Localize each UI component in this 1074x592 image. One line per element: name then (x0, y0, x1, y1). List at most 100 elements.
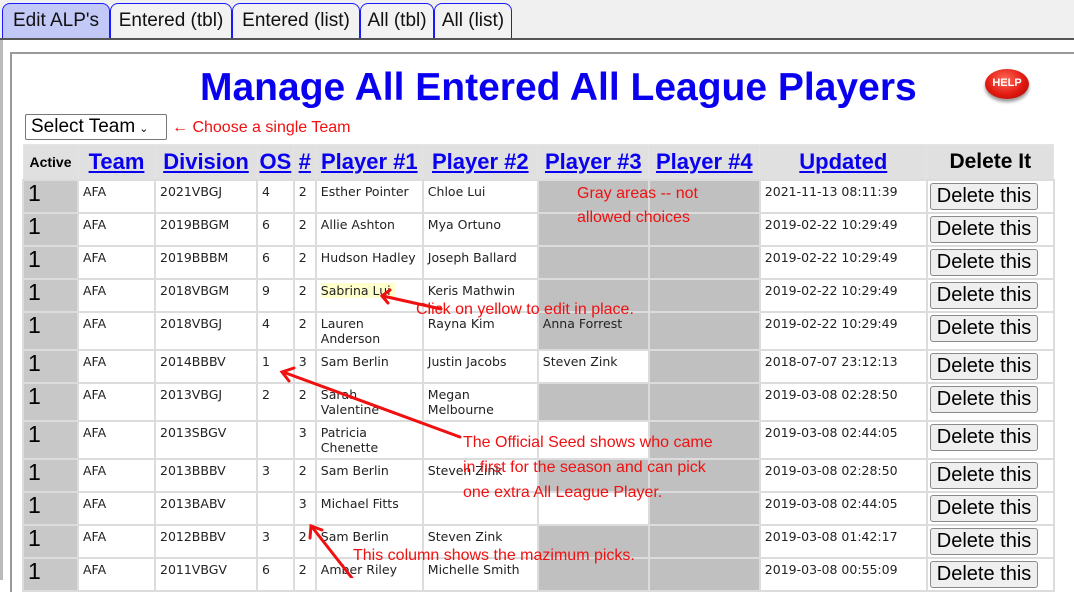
p2-cell[interactable]: Justin Jacobs (421, 349, 539, 384)
p1-cell[interactable]: Lauren Anderson (314, 311, 424, 351)
division-cell: 2018VBGJ (154, 311, 258, 351)
delete-cell: Delete this (925, 212, 1055, 247)
num-cell: 2 (292, 557, 317, 592)
tab-all-tbl[interactable]: All (tbl) (360, 3, 434, 38)
p1-cell[interactable]: Sam Berlin (314, 349, 424, 384)
p4-cell (647, 524, 761, 559)
annotation-click-yellow: Click on yellow to edit in place. (416, 301, 634, 318)
delete-button[interactable]: Delete this (929, 216, 1039, 243)
delete-button[interactable]: Delete this (929, 282, 1039, 309)
team-cell: AFA (77, 245, 156, 280)
p1-cell[interactable]: Sarah Valentine (314, 382, 424, 422)
num-cell: 3 (292, 349, 317, 384)
header-player1[interactable]: Player #1 (321, 149, 418, 174)
division-cell: 2012BBBV (154, 524, 258, 559)
header-division[interactable]: Division (163, 149, 249, 174)
division-cell: 2019BBGM (154, 212, 258, 247)
team-cell: AFA (77, 491, 156, 526)
delete-button[interactable]: Delete this (929, 495, 1039, 522)
updated-cell: 2019-02-22 10:29:49 (758, 311, 928, 351)
header-os[interactable]: OS (260, 149, 292, 174)
num-cell: 2 (292, 245, 317, 280)
delete-button[interactable]: Delete this (929, 386, 1039, 413)
annotation-official-seed-2: in first for the season and can pick (463, 459, 706, 476)
header-num[interactable]: # (299, 149, 311, 174)
division-cell: 2013BABV (154, 491, 258, 526)
p1-cell[interactable]: Michael Fitts (314, 491, 424, 526)
delete-button[interactable]: Delete this (929, 561, 1039, 588)
delete-cell: Delete this (925, 311, 1055, 351)
p4-cell (647, 491, 761, 526)
delete-button[interactable]: Delete this (929, 424, 1039, 451)
p1-cell[interactable]: Hudson Hadley (314, 245, 424, 280)
team-cell: AFA (77, 278, 156, 313)
team-cell: AFA (77, 458, 156, 493)
num-cell: 2 (292, 179, 317, 214)
p1-cell[interactable]: Esther Pointer (314, 179, 424, 214)
active-cell: 1 (22, 212, 79, 247)
delete-button[interactable]: Delete this (929, 249, 1039, 276)
active-cell: 1 (22, 179, 79, 214)
os-cell: 6 (256, 245, 295, 280)
updated-cell: 2018-07-07 23:12:13 (758, 349, 928, 384)
active-cell: 1 (22, 491, 79, 526)
p1-cell[interactable]: Sam Berlin (314, 458, 424, 493)
chevron-down-icon: ⌄ (139, 123, 149, 135)
delete-button[interactable]: Delete this (929, 315, 1039, 342)
p2-cell[interactable]: Megan Melbourne (421, 382, 539, 422)
os-cell: 4 (256, 179, 295, 214)
header-team[interactable]: Team (89, 149, 145, 174)
delete-cell: Delete this (925, 349, 1055, 384)
os-cell: 1 (256, 349, 295, 384)
division-cell: 2013VBGJ (154, 382, 258, 422)
tab-all-list[interactable]: All (list) (434, 3, 512, 38)
editable-highlight[interactable]: Sabrina Lui (320, 283, 395, 298)
team-cell: AFA (77, 349, 156, 384)
tab-entered-tbl[interactable]: Entered (tbl) (110, 3, 232, 38)
p3-cell (536, 245, 650, 280)
alp-table: Active Team Division OS # Player #1 Play… (22, 144, 1055, 592)
tab-edit-alps[interactable]: Edit ALP's (2, 3, 110, 38)
active-cell: 1 (22, 245, 79, 280)
updated-cell: 2019-03-08 00:55:09 (758, 557, 928, 592)
header-updated[interactable]: Updated (799, 149, 887, 174)
tab-bar: Edit ALP's Entered (tbl) Entered (list) … (0, 0, 1074, 40)
delete-button[interactable]: Delete this (929, 462, 1039, 489)
annotation-official-seed-3: one extra All League Player. (463, 484, 663, 501)
team-cell: AFA (77, 420, 156, 460)
os-cell: 6 (256, 557, 295, 592)
delete-button[interactable]: Delete this (929, 353, 1039, 380)
p1-cell[interactable]: Sabrina Lui (314, 278, 424, 313)
p2-cell[interactable]: Chloe Lui (421, 179, 539, 214)
division-cell: 2019BBBM (154, 245, 258, 280)
left-border (0, 40, 3, 580)
num-cell: 2 (292, 278, 317, 313)
delete-button[interactable]: Delete this (929, 528, 1039, 555)
p4-cell (647, 245, 761, 280)
help-button[interactable]: HELP (985, 69, 1029, 99)
division-cell: 2021VBGJ (154, 179, 258, 214)
p3-cell[interactable]: Steven Zink (536, 349, 650, 384)
team-select-value: Select Team (31, 116, 136, 137)
num-cell: 2 (292, 458, 317, 493)
delete-cell: Delete this (925, 278, 1055, 313)
tab-entered-list[interactable]: Entered (list) (232, 3, 360, 38)
os-cell: 6 (256, 212, 295, 247)
header-player2[interactable]: Player #2 (432, 149, 529, 174)
delete-button[interactable]: Delete this (929, 183, 1039, 210)
p1-cell[interactable]: Allie Ashton (314, 212, 424, 247)
division-cell: 2011VBGV (154, 557, 258, 592)
os-cell (256, 491, 295, 526)
delete-cell: Delete this (925, 420, 1055, 460)
team-select[interactable]: Select Team ⌄ (25, 114, 167, 140)
p2-cell[interactable]: Joseph Ballard (421, 245, 539, 280)
num-cell: 2 (292, 382, 317, 422)
p2-cell[interactable]: Mya Ortuno (421, 212, 539, 247)
header-player3[interactable]: Player #3 (545, 149, 642, 174)
team-cell: AFA (77, 212, 156, 247)
header-player4[interactable]: Player #4 (656, 149, 753, 174)
team-cell: AFA (77, 382, 156, 422)
num-cell: 2 (292, 212, 317, 247)
p1-cell[interactable]: Patricia Chenette (314, 420, 424, 460)
active-cell: 1 (22, 557, 79, 592)
